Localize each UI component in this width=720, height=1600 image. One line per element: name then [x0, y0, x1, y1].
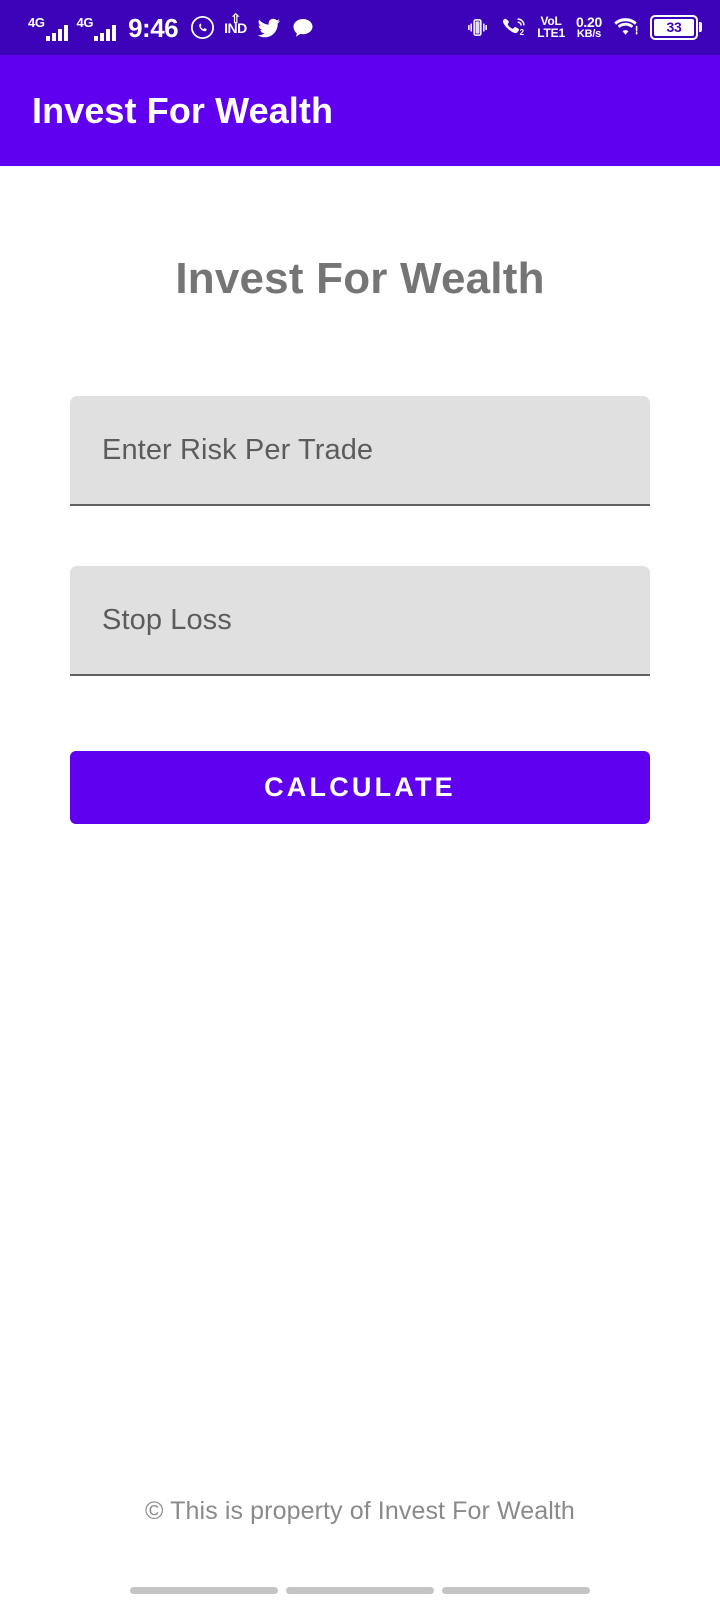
- wifi-icon: [613, 16, 639, 38]
- battery-icon: 33: [650, 14, 698, 40]
- network-speed-value: 0.20: [575, 13, 602, 30]
- status-bar-left: 4G 4G 9:46 ⇧ IND: [28, 12, 315, 43]
- signal-strength-sim1: 4G: [28, 15, 68, 41]
- twitter-icon: [256, 16, 282, 40]
- app-bar-title: Invest For Wealth: [32, 89, 334, 131]
- battery-indicator: 33: [650, 14, 702, 40]
- nav-pill-back[interactable]: [130, 1586, 278, 1594]
- chat-bubble-icon: [291, 16, 315, 40]
- risk-per-trade-placeholder: Enter Risk Per Trade: [102, 433, 374, 466]
- signal-bars-icon-sim2: [94, 24, 117, 41]
- ind-location-icon: ⇧ IND: [224, 12, 247, 35]
- risk-per-trade-field[interactable]: Enter Risk Per Trade: [70, 396, 650, 506]
- network-speed-unit: KB/s: [576, 28, 602, 41]
- app-bar: Invest For Wealth: [0, 55, 720, 166]
- network-type-label-sim1: 4G: [28, 14, 45, 30]
- calculate-button[interactable]: CALCULATE: [70, 751, 650, 824]
- footer-copyright: © This is property of Invest For Wealth: [145, 1497, 575, 1525]
- calculator-form: Enter Risk Per Trade Stop Loss CALCULATE: [70, 396, 650, 824]
- status-bar-clock: 9:46: [128, 12, 179, 43]
- vibrate-icon: [466, 16, 489, 39]
- nav-pill-home[interactable]: [286, 1586, 434, 1594]
- stop-loss-placeholder: Stop Loss: [102, 603, 232, 636]
- volte-label-bottom: LTE1: [537, 26, 565, 41]
- main-content: Invest For Wealth Enter Risk Per Trade S…: [0, 166, 720, 1600]
- volte-indicator: VoL LTE1: [537, 15, 565, 41]
- status-bar-right: 2 VoL LTE1 0.20 KB/s 33: [466, 13, 702, 41]
- whatsapp-icon: [190, 15, 215, 40]
- ind-arrow-icon: ⇧: [230, 10, 241, 26]
- battery-level-label: 33: [654, 18, 694, 36]
- stop-loss-field[interactable]: Stop Loss: [70, 566, 650, 676]
- network-speed-indicator: 0.20 KB/s: [575, 13, 602, 41]
- battery-cap-icon: [699, 22, 702, 33]
- page-title: Invest For Wealth: [175, 254, 545, 303]
- phone-screen: 4G 4G 9:46 ⇧ IND 2 VoL LTE1 0.20 KB/s 33…: [0, 0, 720, 1600]
- nav-pill-recents[interactable]: [442, 1586, 590, 1594]
- svg-text:2: 2: [520, 28, 525, 37]
- signal-strength-sim2: 4G: [77, 15, 117, 41]
- network-type-label-sim2: 4G: [76, 14, 94, 30]
- wifi-calling-icon: 2: [500, 16, 526, 38]
- system-navigation-bar: [0, 1558, 720, 1600]
- status-bar: 4G 4G 9:46 ⇧ IND 2 VoL LTE1 0.20 KB/s 33: [0, 0, 720, 55]
- signal-bars-icon-sim1: [45, 24, 68, 41]
